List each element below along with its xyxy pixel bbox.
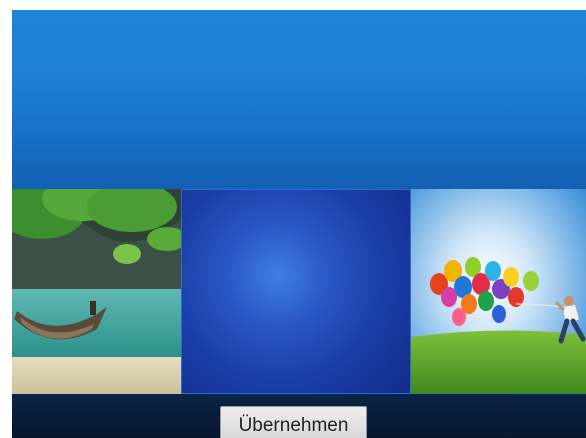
wallpaper-picker: Übernehmen <box>12 10 586 438</box>
action-bar: Übernehmen <box>12 394 586 438</box>
apply-button[interactable]: Übernehmen <box>220 406 367 438</box>
thumbnail-strip[interactable] <box>12 189 586 394</box>
thumbnail-blue-gradient[interactable] <box>181 189 411 394</box>
wallpaper-preview <box>12 10 586 190</box>
balloons-field-image <box>411 189 586 394</box>
beach-boat-image <box>12 189 181 394</box>
thumbnail-balloons-field[interactable] <box>411 189 586 394</box>
thumbnail-beach-boat[interactable] <box>12 189 181 394</box>
